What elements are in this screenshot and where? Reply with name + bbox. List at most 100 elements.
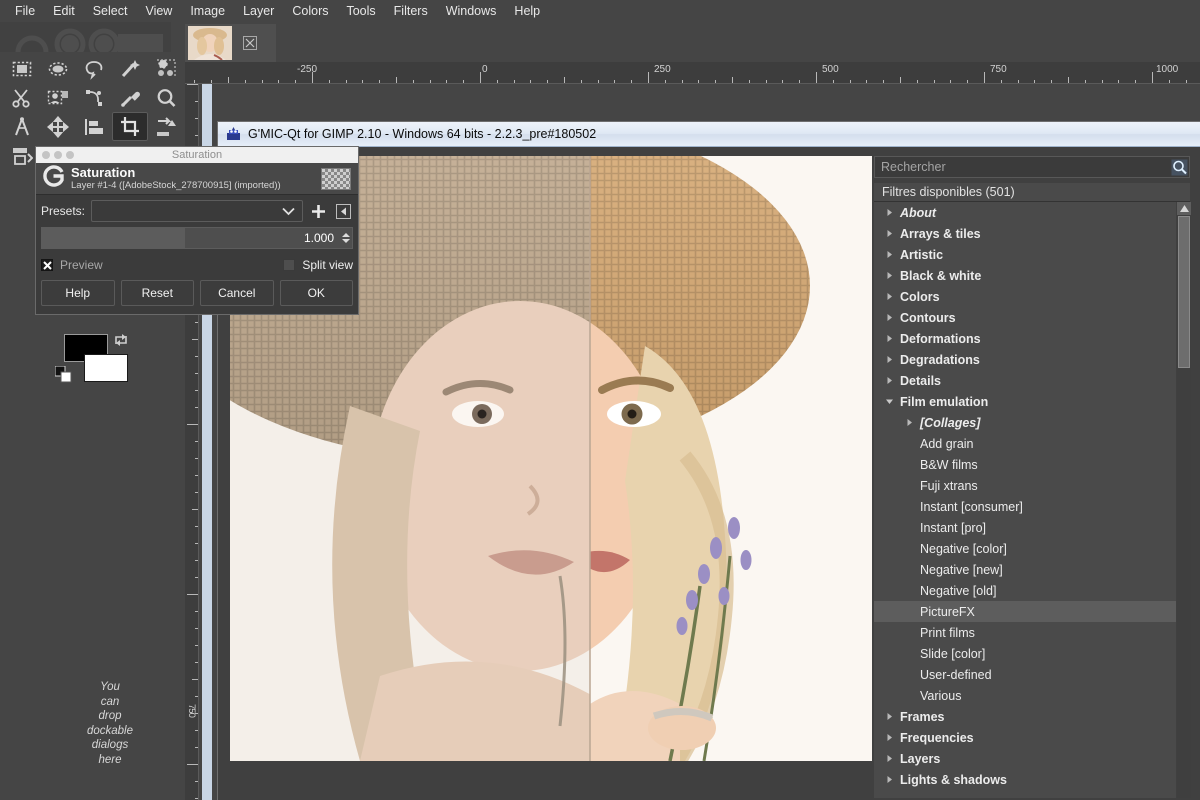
measure-tool[interactable] — [4, 112, 40, 141]
filter-category-row[interactable]: Layers — [874, 748, 1176, 769]
image-tab[interactable] — [185, 24, 276, 62]
alignment-tool[interactable] — [76, 112, 112, 141]
menu-view[interactable]: View — [136, 1, 181, 21]
horizontal-ruler[interactable]: -25002505007501000 — [185, 62, 1200, 84]
filter-category-row[interactable]: Contours — [874, 307, 1176, 328]
chevron-right-icon[interactable] — [884, 291, 895, 302]
presets-combobox[interactable] — [91, 200, 303, 222]
filter-category-row[interactable]: Details — [874, 370, 1176, 391]
align-icon — [83, 116, 105, 138]
scale-value[interactable]: 1.000 — [304, 231, 340, 245]
filter-category-row[interactable]: Frames — [874, 706, 1176, 727]
filter-category-row[interactable]: Degradations — [874, 349, 1176, 370]
chevron-down-icon[interactable] — [884, 396, 895, 407]
chevron-right-icon[interactable] — [884, 354, 895, 365]
saturation-titlebar[interactable]: Saturation — [36, 147, 358, 163]
filter-category-row[interactable]: Lights & shadows — [874, 769, 1176, 790]
filter-item-row[interactable]: Fuji xtrans — [874, 475, 1176, 496]
transform-tool[interactable] — [148, 112, 184, 141]
chevron-right-icon[interactable] — [904, 417, 915, 428]
menu-filters[interactable]: Filters — [385, 1, 437, 21]
menu-help[interactable]: Help — [505, 1, 549, 21]
help-button[interactable]: Help — [41, 280, 115, 306]
fuzzy-select-tool[interactable] — [112, 54, 148, 83]
chevron-right-icon[interactable] — [884, 312, 895, 323]
free-select-tool[interactable] — [76, 54, 112, 83]
ruler-tick — [396, 77, 397, 83]
filter-item-row[interactable]: B&W films — [874, 454, 1176, 475]
rect-select-tool[interactable] — [4, 54, 40, 83]
paths-tool[interactable] — [76, 83, 112, 112]
background-color-swatch[interactable] — [84, 354, 128, 382]
ruler-tick — [245, 80, 246, 83]
chevron-right-icon[interactable] — [884, 333, 895, 344]
scissors-select-tool[interactable] — [4, 83, 40, 112]
ellipse-select-tool[interactable] — [40, 54, 76, 83]
preset-menu-button[interactable] — [333, 201, 353, 221]
scroll-up-arrow-icon[interactable] — [1177, 202, 1191, 215]
filter-item-row[interactable]: Negative [color] — [874, 538, 1176, 559]
search-icon[interactable] — [1169, 157, 1189, 177]
foreground-select-tool[interactable] — [40, 83, 76, 112]
menu-colors[interactable]: Colors — [283, 1, 337, 21]
chevron-right-icon[interactable] — [884, 270, 895, 281]
close-tab-icon[interactable] — [243, 36, 257, 50]
chevron-right-icon[interactable] — [884, 732, 895, 743]
chevron-right-icon[interactable] — [884, 375, 895, 386]
move-tool[interactable] — [40, 112, 76, 141]
filter-category-row[interactable]: About — [874, 202, 1176, 223]
preview-checkbox[interactable] — [41, 259, 53, 271]
menu-layer[interactable]: Layer — [234, 1, 283, 21]
filter-tree-scrollbar[interactable] — [1177, 202, 1191, 798]
zoom-tool[interactable] — [148, 83, 184, 112]
filter-category-row[interactable]: Frequencies — [874, 727, 1176, 748]
menu-windows[interactable]: Windows — [437, 1, 506, 21]
chevron-right-icon[interactable] — [884, 753, 895, 764]
filter-item-row[interactable]: Various — [874, 685, 1176, 706]
filter-item-row[interactable]: PictureFX — [874, 601, 1176, 622]
add-preset-button[interactable] — [308, 201, 328, 221]
crop-tool[interactable] — [112, 112, 148, 141]
filter-item-row[interactable]: Print films — [874, 622, 1176, 643]
filter-item-row[interactable]: Instant [consumer] — [874, 496, 1176, 517]
chevron-right-icon[interactable] — [884, 711, 895, 722]
scale-spinner[interactable] — [340, 228, 352, 248]
split-view-checkbox[interactable] — [283, 259, 295, 271]
select-by-color-tool[interactable] — [148, 54, 184, 83]
filter-item-row[interactable]: Negative [new] — [874, 559, 1176, 580]
filter-category-row[interactable]: [Collages] — [874, 412, 1176, 433]
search-input[interactable] — [875, 158, 1169, 176]
menu-tools[interactable]: Tools — [337, 1, 384, 21]
swap-colors-icon[interactable] — [113, 332, 129, 353]
filter-item-row[interactable]: Slide [color] — [874, 643, 1176, 664]
filter-category-row[interactable]: Black & white — [874, 265, 1176, 286]
menu-edit[interactable]: Edit — [44, 1, 84, 21]
gmic-titlebar[interactable]: G'MIC-Qt for GIMP 2.10 - Windows 64 bits… — [218, 122, 1200, 147]
chevron-right-icon[interactable] — [884, 774, 895, 785]
filter-item-row[interactable]: Instant [pro] — [874, 517, 1176, 538]
filter-item-row[interactable]: Add grain — [874, 433, 1176, 454]
filter-item-row[interactable]: Negative [old] — [874, 580, 1176, 601]
menu-file[interactable]: File — [6, 1, 44, 21]
reset-colors-icon[interactable] — [55, 366, 73, 389]
filter-category-row[interactable]: Colors — [874, 286, 1176, 307]
color-picker-tool[interactable] — [112, 83, 148, 112]
chevron-right-icon[interactable] — [884, 207, 895, 218]
scrollbar-thumb[interactable] — [1178, 216, 1190, 368]
unified-transform-tool[interactable] — [4, 141, 40, 170]
chevron-right-icon[interactable] — [884, 249, 895, 260]
filter-category-row[interactable]: Artistic — [874, 244, 1176, 265]
scale-slider[interactable]: Scale 1.000 — [41, 227, 353, 249]
filter-category-row[interactable]: Arrays & tiles — [874, 223, 1176, 244]
filter-item-row[interactable]: User-defined — [874, 664, 1176, 685]
ruler-tick — [430, 80, 431, 83]
filter-label: Black & white — [900, 269, 981, 283]
cancel-button[interactable]: Cancel — [200, 280, 274, 306]
ok-button[interactable]: OK — [280, 280, 354, 306]
filter-category-row[interactable]: Deformations — [874, 328, 1176, 349]
reset-button[interactable]: Reset — [121, 280, 195, 306]
filter-category-row[interactable]: Film emulation — [874, 391, 1176, 412]
chevron-right-icon[interactable] — [884, 228, 895, 239]
menu-select[interactable]: Select — [84, 1, 137, 21]
menu-image[interactable]: Image — [181, 1, 234, 21]
